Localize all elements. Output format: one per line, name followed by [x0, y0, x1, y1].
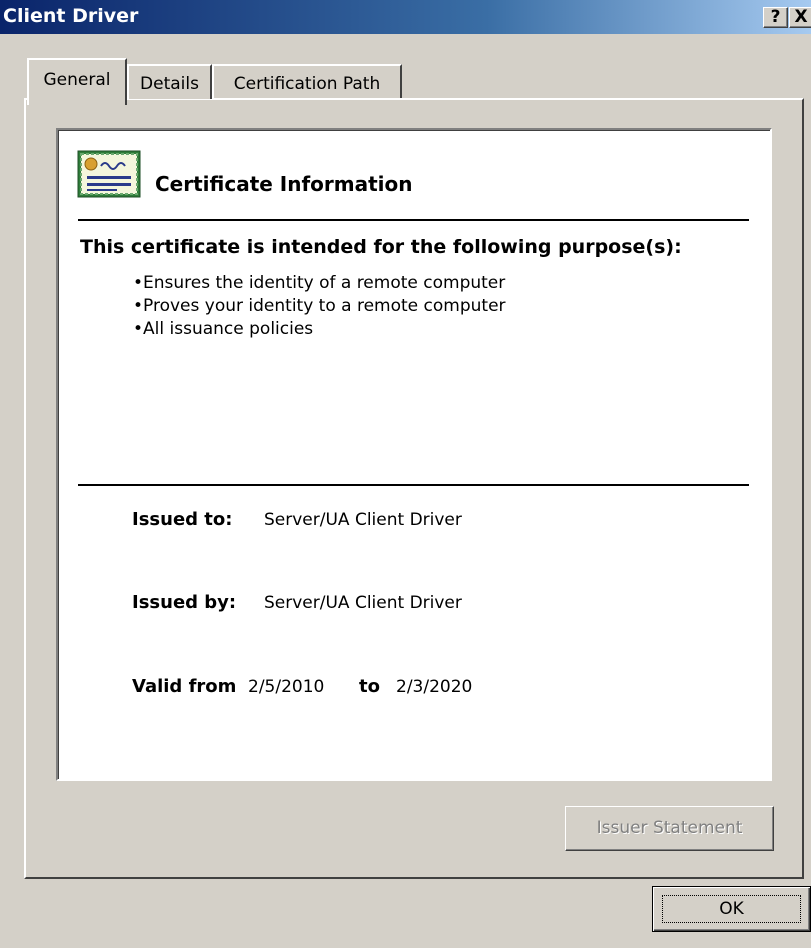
certificate-info-heading: Certificate Information	[155, 172, 413, 196]
valid-to-value: 2/3/2020	[396, 677, 473, 697]
ok-button-label: OK	[662, 895, 801, 923]
issued-to-value: Server/UA Client Driver	[264, 510, 462, 530]
purpose-item: Proves your identity to a remote compute…	[133, 295, 506, 318]
close-button[interactable]: X	[789, 7, 811, 28]
tab-general[interactable]: General	[27, 58, 127, 105]
issued-by-value: Server/UA Client Driver	[264, 593, 462, 613]
issuer-statement-button[interactable]: Issuer Statement	[565, 806, 774, 851]
issued-to-label: Issued to:	[132, 509, 233, 530]
purpose-heading: This certificate is intended for the fol…	[80, 236, 682, 258]
purpose-list: Ensures the identity of a remote compute…	[133, 272, 506, 341]
tab-certification-path-label: Certification Path	[233, 74, 381, 94]
close-icon: X	[794, 7, 808, 27]
ok-button[interactable]: OK	[652, 886, 811, 932]
help-button[interactable]: ?	[763, 7, 788, 28]
divider-bottom	[78, 484, 749, 486]
tab-certification-path[interactable]: Certification Path	[212, 64, 402, 99]
window-title: Client Driver	[3, 5, 139, 27]
title-bar[interactable]: Client Driver ? X	[0, 0, 811, 34]
tab-general-label: General	[43, 70, 111, 90]
help-icon: ?	[770, 7, 781, 27]
valid-from-value: 2/5/2010	[248, 677, 325, 697]
valid-from-label: Valid from	[132, 676, 237, 697]
purpose-item: Ensures the identity of a remote compute…	[133, 272, 506, 295]
tab-details[interactable]: Details	[127, 64, 212, 99]
purpose-item: All issuance policies	[133, 318, 506, 341]
divider-top	[78, 219, 749, 221]
certificate-icon	[77, 150, 141, 198]
valid-to-label: to	[359, 676, 380, 697]
issued-by-label: Issued by:	[132, 592, 237, 613]
tab-details-label: Details	[140, 74, 199, 94]
